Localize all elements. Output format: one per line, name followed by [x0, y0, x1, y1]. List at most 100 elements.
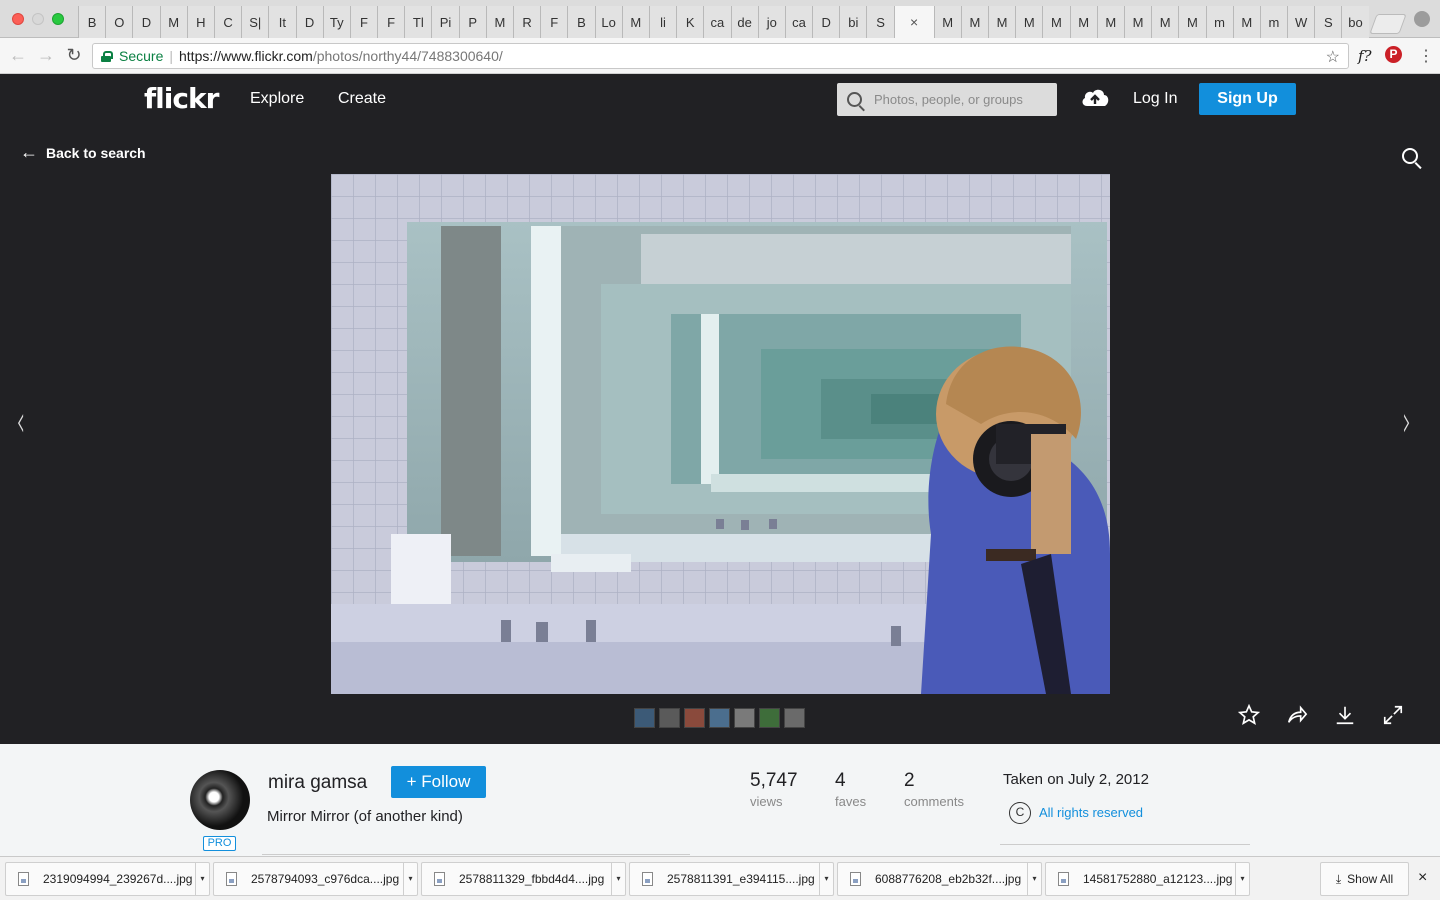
- download-options-caret-icon[interactable]: ▾: [1235, 863, 1249, 895]
- browser-tab[interactable]: M: [933, 6, 961, 38]
- show-all-downloads-button[interactable]: ⤓ Show All: [1320, 862, 1409, 896]
- browser-tab[interactable]: D: [812, 6, 840, 38]
- download-options-caret-icon[interactable]: ▾: [819, 863, 833, 895]
- browser-tab[interactable]: K: [676, 6, 704, 38]
- filmstrip-thumbnail[interactable]: [709, 708, 730, 728]
- flickr-logo[interactable]: flickr: [144, 82, 219, 115]
- pinterest-extension-icon[interactable]: P: [1385, 46, 1402, 63]
- browser-tab[interactable]: M: [1151, 6, 1179, 38]
- profile-icon[interactable]: [1414, 11, 1430, 27]
- search-input[interactable]: [874, 92, 1044, 107]
- browser-tab[interactable]: S: [866, 6, 894, 38]
- bookmark-star-icon[interactable]: ☆: [1326, 47, 1340, 67]
- browser-tab[interactable]: M: [1069, 6, 1097, 38]
- license-link[interactable]: All rights reserved: [1039, 805, 1143, 820]
- browser-tab[interactable]: Lo: [594, 6, 622, 38]
- search-icon[interactable]: [1402, 148, 1418, 164]
- browser-tab[interactable]: Pi: [431, 6, 459, 38]
- browser-tab[interactable]: F: [377, 6, 405, 38]
- back-to-search-link[interactable]: ← Back to search: [20, 142, 146, 163]
- new-tab-button[interactable]: [1368, 14, 1407, 34]
- browser-tab[interactable]: R: [513, 6, 541, 38]
- browser-tab[interactable]: ca: [703, 6, 731, 38]
- browser-tab[interactable]: It: [268, 6, 296, 38]
- browser-tab[interactable]: M: [621, 6, 649, 38]
- browser-tab[interactable]: B: [78, 6, 106, 38]
- nav-explore[interactable]: Explore: [250, 90, 304, 108]
- share-arrow-icon[interactable]: [1286, 704, 1308, 726]
- browser-tab[interactable]: m: [1205, 6, 1233, 38]
- filmstrip-thumbnail[interactable]: [684, 708, 705, 728]
- filmstrip-thumbnail[interactable]: [784, 708, 805, 728]
- browser-tab[interactable]: D: [132, 6, 160, 38]
- close-tab-icon[interactable]: ×: [910, 14, 918, 30]
- download-options-caret-icon[interactable]: ▾: [1027, 863, 1041, 895]
- browser-tab[interactable]: Tl: [404, 6, 432, 38]
- browser-tab[interactable]: li: [648, 6, 677, 38]
- browser-tab[interactable]: M: [1123, 6, 1152, 38]
- next-photo-arrow[interactable]: ›: [1402, 396, 1411, 447]
- browser-tab[interactable]: Ty: [322, 6, 350, 38]
- upload-cloud-icon[interactable]: [1080, 86, 1110, 108]
- login-link[interactable]: Log In: [1133, 90, 1177, 108]
- browser-tab[interactable]: M: [159, 6, 187, 38]
- download-options-caret-icon[interactable]: ▾: [403, 863, 417, 895]
- browser-tab[interactable]: jo: [757, 6, 785, 38]
- filmstrip-thumbnail[interactable]: [659, 708, 680, 728]
- download-icon[interactable]: [1334, 704, 1356, 726]
- signup-button[interactable]: Sign Up: [1199, 83, 1296, 115]
- browser-tab[interactable]: M: [988, 6, 1016, 38]
- browser-tab[interactable]: S|: [241, 6, 269, 38]
- download-item[interactable]: 2319094994_239267d....jpg ▾: [5, 862, 210, 896]
- close-window-button[interactable]: [12, 13, 24, 25]
- close-shelf-icon[interactable]: ×: [1418, 869, 1427, 887]
- browser-tab[interactable]: O: [105, 6, 133, 38]
- browser-tab[interactable]: B: [567, 6, 595, 38]
- filmstrip-thumbnail[interactable]: [759, 708, 780, 728]
- browser-tab[interactable]: F: [349, 6, 378, 38]
- download-item[interactable]: 14581752880_a12123....jpg ▾: [1045, 862, 1250, 896]
- browser-tab[interactable]: M: [1096, 6, 1124, 38]
- download-options-caret-icon[interactable]: ▾: [611, 863, 625, 895]
- browser-tab[interactable]: m: [1259, 6, 1288, 38]
- browser-menu-icon[interactable]: ⋮: [1418, 46, 1434, 66]
- browser-tab[interactable]: de: [730, 6, 758, 38]
- main-photo[interactable]: [331, 174, 1110, 694]
- browser-tab-active[interactable]: ×: [893, 6, 934, 38]
- browser-tab[interactable]: M: [1178, 6, 1206, 38]
- forward-arrow-icon[interactable]: →: [36, 46, 56, 64]
- browser-tab[interactable]: bi: [839, 6, 867, 38]
- owner-avatar[interactable]: [190, 770, 250, 830]
- owner-name[interactable]: mira gamsa: [268, 772, 367, 794]
- browser-tab[interactable]: S: [1314, 6, 1342, 38]
- back-arrow-icon[interactable]: ←: [8, 46, 28, 64]
- browser-tab[interactable]: ca: [784, 6, 813, 38]
- browser-tab[interactable]: M: [960, 6, 988, 38]
- date-taken[interactable]: Taken on July 2, 2012: [1003, 771, 1149, 788]
- download-options-caret-icon[interactable]: ▾: [195, 863, 209, 895]
- browser-tab[interactable]: M: [1042, 6, 1070, 38]
- filmstrip-thumbnail[interactable]: [634, 708, 655, 728]
- nav-create[interactable]: Create: [338, 90, 386, 108]
- download-item[interactable]: 6088776208_eb2b32f....jpg ▾: [837, 862, 1042, 896]
- fullscreen-icon[interactable]: [1382, 704, 1404, 726]
- reload-icon[interactable]: ↻: [64, 46, 84, 64]
- browser-tab[interactable]: bo: [1341, 6, 1369, 38]
- extension-f-icon[interactable]: f?: [1358, 47, 1372, 65]
- browser-tab[interactable]: C: [213, 6, 242, 38]
- previous-photo-arrow[interactable]: ‹: [16, 396, 25, 447]
- browser-tab[interactable]: M: [485, 6, 513, 38]
- filmstrip-thumbnail[interactable]: [734, 708, 755, 728]
- address-bar[interactable]: Secure | https://www.flickr.com/photos/n…: [92, 43, 1349, 69]
- browser-tab[interactable]: W: [1287, 6, 1315, 38]
- maximize-window-button[interactable]: [52, 13, 64, 25]
- browser-tab[interactable]: M: [1015, 6, 1043, 38]
- browser-tab[interactable]: P: [458, 6, 486, 38]
- minimize-window-button[interactable]: [32, 13, 44, 25]
- browser-tab[interactable]: M: [1232, 6, 1260, 38]
- download-item[interactable]: 2578811329_fbbd4d4....jpg ▾: [421, 862, 626, 896]
- browser-tab[interactable]: F: [540, 6, 568, 38]
- follow-button[interactable]: + Follow: [391, 766, 486, 798]
- browser-tab[interactable]: H: [186, 6, 214, 38]
- download-item[interactable]: 2578794093_c976dca....jpg ▾: [213, 862, 418, 896]
